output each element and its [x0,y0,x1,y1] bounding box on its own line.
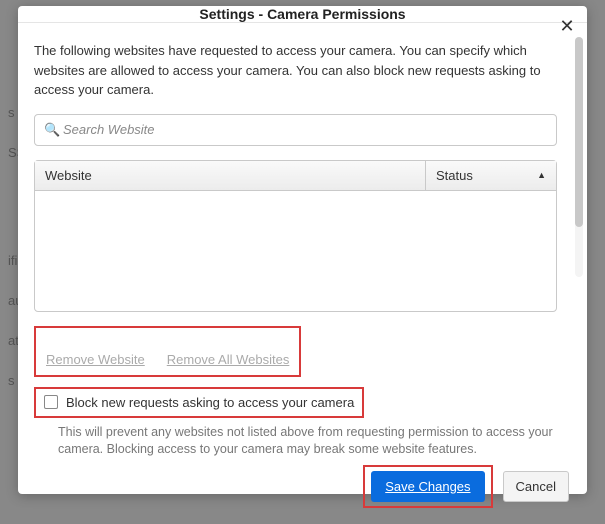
dialog-title: Settings - Camera Permissions [199,6,405,22]
remove-website-button[interactable]: Remove Website [42,346,149,373]
table-header: Website Status ▲ [35,161,556,191]
scrollbar-track[interactable] [575,37,583,277]
sort-arrow-icon: ▲ [537,170,546,180]
highlight-block-checkbox: Block new requests asking to access your… [34,387,364,418]
settings-dialog: Settings - Camera Permissions ✕ The foll… [18,6,587,494]
permissions-table: Website Status ▲ [34,160,557,312]
description-text: The following websites have requested to… [34,41,557,100]
table-body [35,191,556,311]
column-website[interactable]: Website [35,161,426,190]
dialog-footer: Save Changes Cancel [34,465,571,508]
block-requests-checkbox[interactable] [44,395,58,409]
cancel-button[interactable]: Cancel [503,471,569,502]
highlight-save-button: Save Changes [363,465,492,508]
dialog-body: The following websites have requested to… [18,23,587,524]
save-changes-button[interactable]: Save Changes [371,471,484,502]
block-requests-hint: This will prevent any websites not liste… [34,424,571,459]
dialog-header: Settings - Camera Permissions ✕ [18,6,587,23]
column-status[interactable]: Status ▲ [426,161,556,190]
remove-all-websites-button[interactable]: Remove All Websites [163,346,294,373]
search-input[interactable] [34,114,557,146]
scrollbar-thumb[interactable] [575,37,583,227]
block-requests-label: Block new requests asking to access your… [66,395,354,410]
search-icon: 🔍 [44,122,60,138]
highlight-remove-buttons: Remove Website Remove All Websites [34,326,301,377]
